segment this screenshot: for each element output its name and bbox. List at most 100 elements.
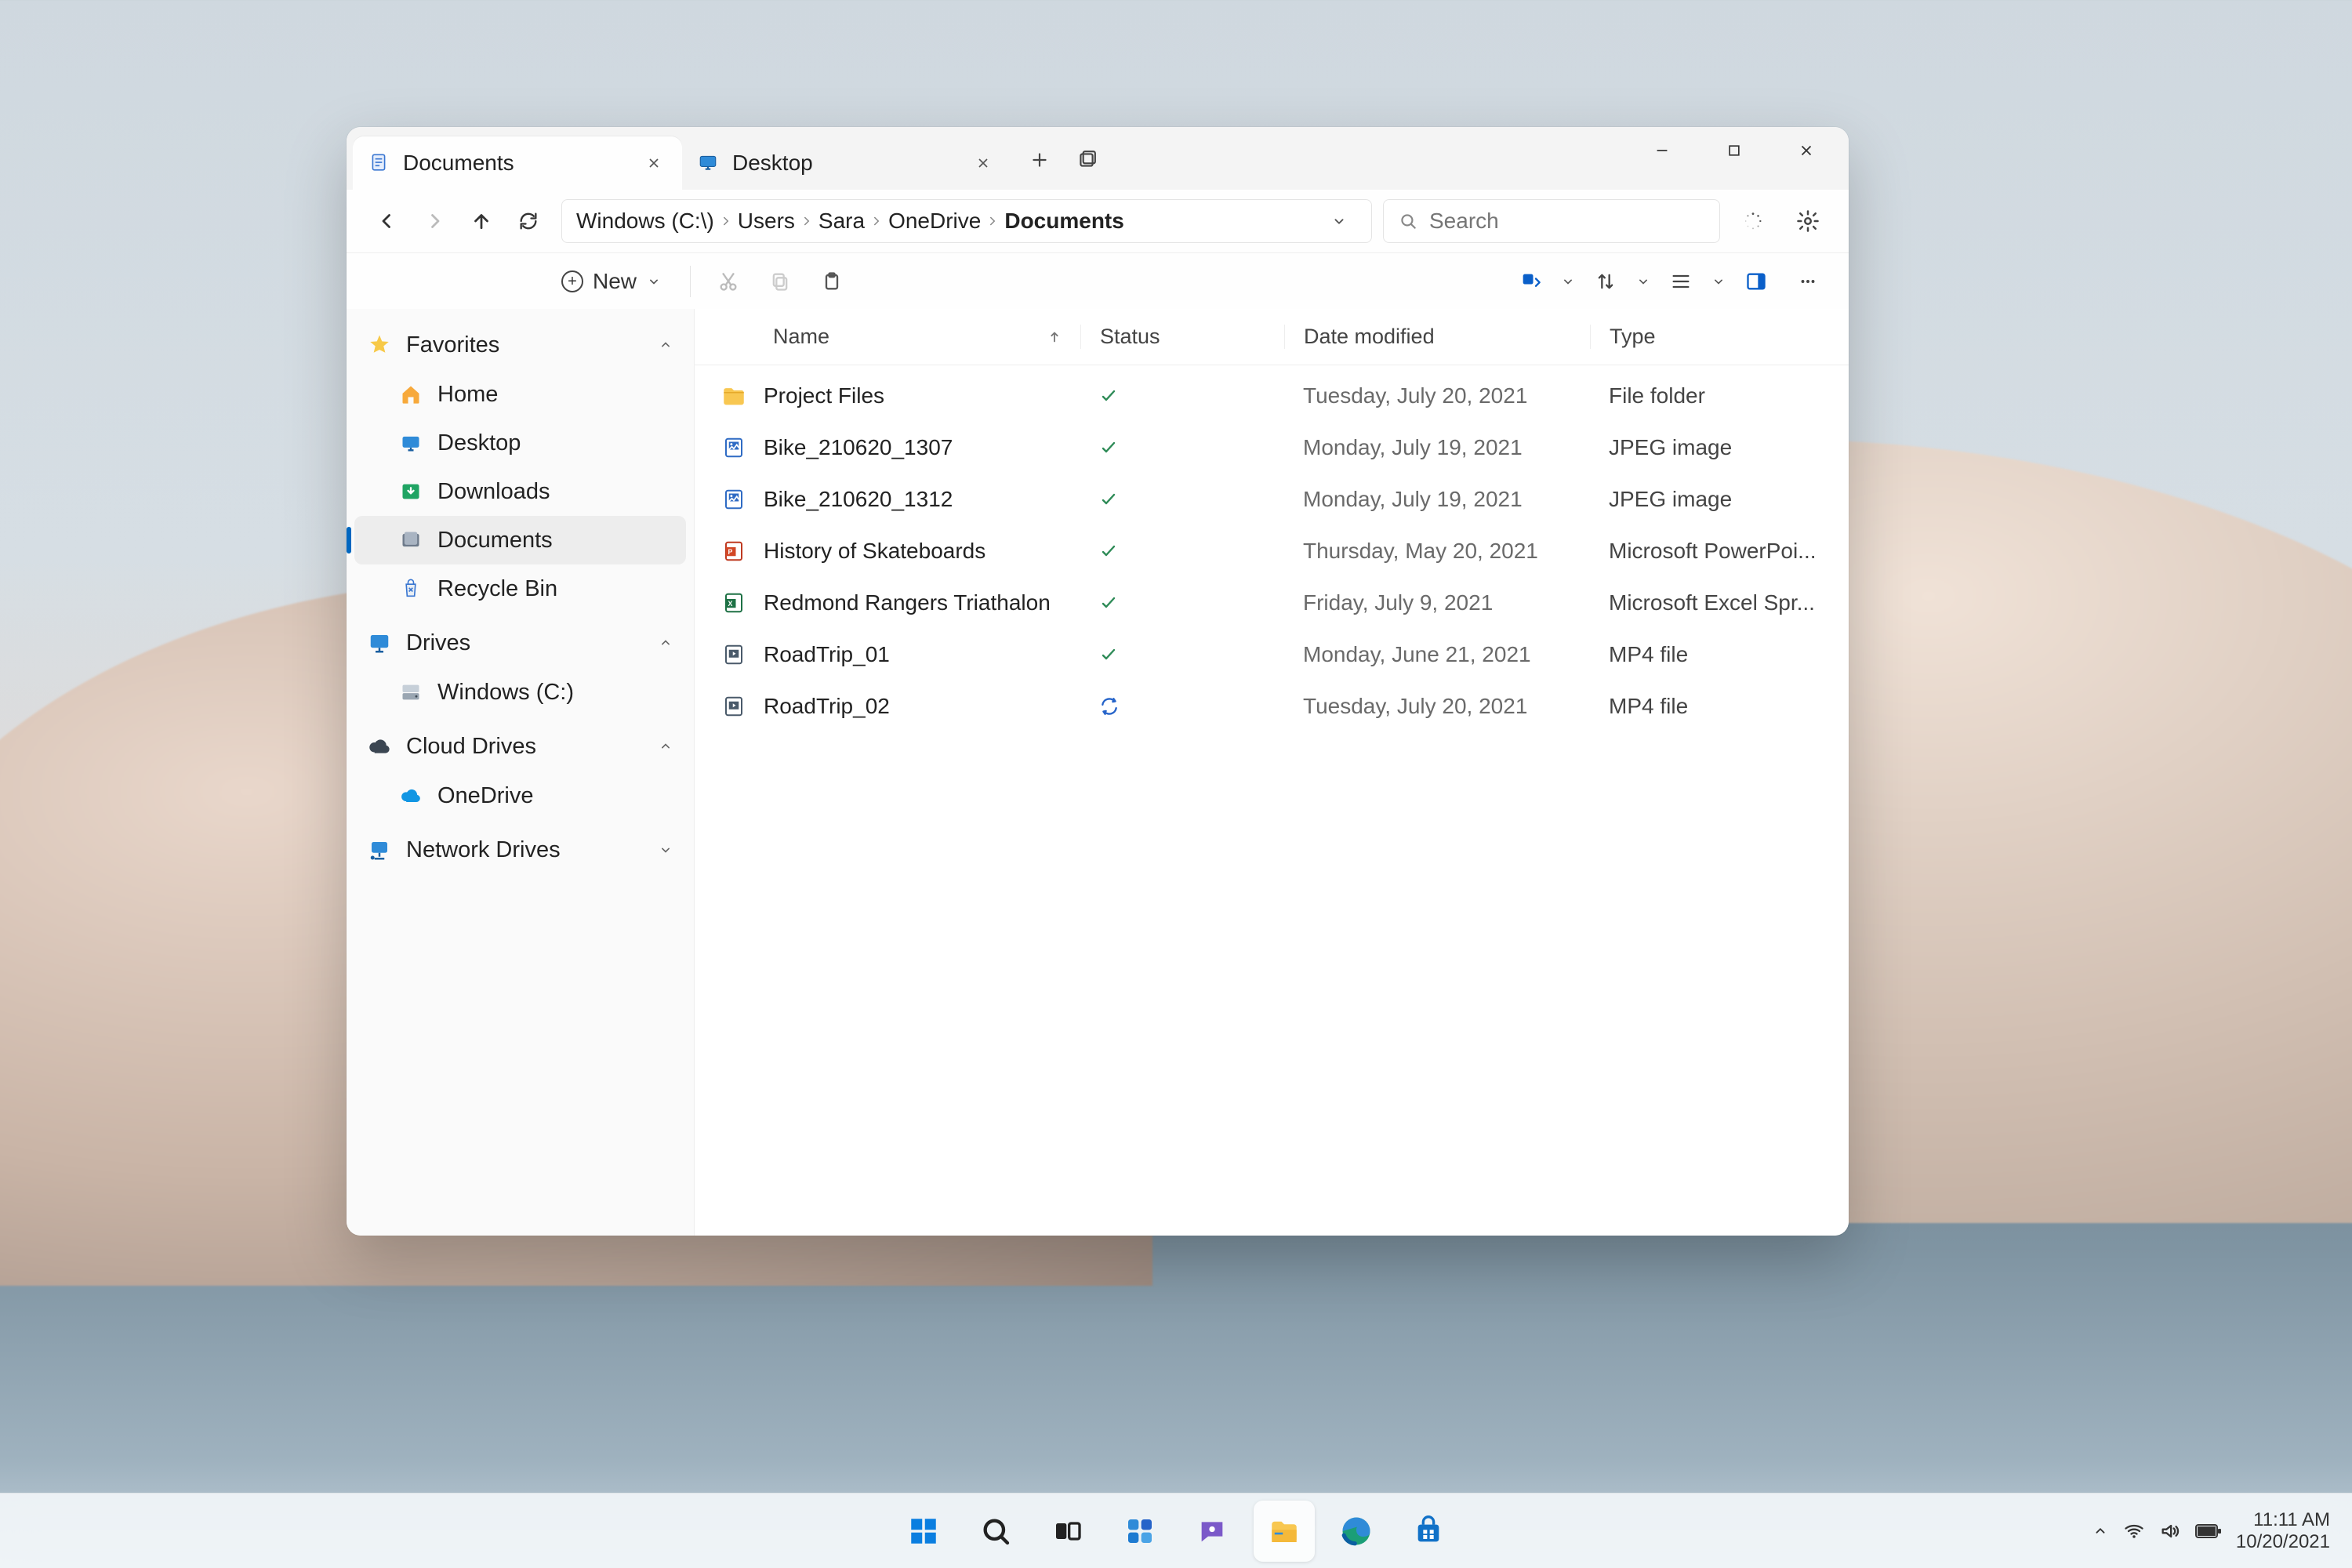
refresh-button[interactable] — [506, 199, 550, 243]
settings-button[interactable] — [1786, 199, 1830, 243]
file-row[interactable]: RoadTrip_02 Tuesday, July 20, 2021 MP4 f… — [695, 681, 1849, 732]
new-button-label: New — [593, 269, 637, 294]
file-row[interactable]: Bike_210620_1312 Monday, July 19, 2021 J… — [695, 474, 1849, 525]
column-type[interactable]: Type — [1590, 325, 1849, 349]
file-name-cell: RoadTrip_01 — [720, 641, 1080, 669]
share-button[interactable] — [1508, 260, 1552, 303]
close-tab-button[interactable] — [971, 151, 996, 176]
desktop-icon — [698, 152, 720, 174]
tray-date: 10/20/2021 — [2236, 1531, 2330, 1553]
sidebar-item-onedrive[interactable]: OneDrive — [354, 771, 686, 820]
forward-button[interactable] — [412, 199, 456, 243]
tab-desktop[interactable]: Desktop — [682, 136, 1011, 190]
taskbar-app-edge[interactable] — [1326, 1501, 1387, 1562]
doc-icon — [368, 152, 390, 174]
file-name-cell: Bike_210620_1312 — [720, 485, 1080, 514]
file-row[interactable]: RoadTrip_01 Monday, June 21, 2021 MP4 fi… — [695, 629, 1849, 681]
tab-title: Documents — [403, 151, 629, 176]
tray-time: 11:11 AM — [2236, 1509, 2330, 1531]
file-row[interactable]: X Redmond Rangers Triathalon Friday, Jul… — [695, 577, 1849, 629]
chevron-up-icon — [658, 337, 673, 353]
file-row[interactable]: Bike_210620_1307 Monday, July 19, 2021 J… — [695, 422, 1849, 474]
sidebar-section-cloud-drives[interactable]: Cloud Drives — [354, 721, 686, 771]
chevron-right-icon — [985, 214, 1000, 228]
clock[interactable]: 11:11 AM 10/20/2021 — [2236, 1509, 2330, 1552]
column-status[interactable]: Status — [1080, 325, 1284, 349]
check-icon — [1099, 490, 1118, 509]
titlebar: Documents Desktop — [347, 127, 1849, 190]
search-box[interactable] — [1383, 199, 1720, 243]
taskbar: 11:11 AM 10/20/2021 — [0, 1493, 2352, 1568]
explorer-body: Favorites Home Desktop Downloads Documen… — [347, 309, 1849, 1236]
sidebar-item-downloads[interactable]: Downloads — [354, 467, 686, 516]
file-row[interactable]: P History of Skateboards Thursday, May 2… — [695, 525, 1849, 577]
taskbar-app-explorer[interactable] — [1254, 1501, 1315, 1562]
video-icon — [720, 692, 748, 720]
taskbar-app-store[interactable] — [1398, 1501, 1459, 1562]
sidebar-item-windows-c-[interactable]: Windows (C:) — [354, 668, 686, 717]
breadcrumb-2[interactable]: Sara — [818, 209, 865, 234]
close-tab-button[interactable] — [641, 151, 666, 176]
taskbar-app-widgets[interactable] — [1109, 1501, 1171, 1562]
sidebar-item-documents[interactable]: Documents — [354, 516, 686, 564]
sidebar-section-network-drives[interactable]: Network Drives — [354, 825, 686, 875]
sidebar-section-favorites[interactable]: Favorites — [354, 320, 686, 370]
column-status-label: Status — [1100, 325, 1160, 348]
column-date[interactable]: Date modified — [1284, 325, 1590, 349]
sync-activity-icon[interactable] — [1731, 199, 1775, 243]
taskbar-app-taskview[interactable] — [1037, 1501, 1098, 1562]
new-tab-button[interactable] — [1018, 138, 1062, 182]
close-window-button[interactable] — [1770, 127, 1842, 174]
copy-button[interactable] — [758, 260, 802, 303]
details-pane-button[interactable] — [1734, 260, 1778, 303]
paste-button[interactable] — [810, 260, 854, 303]
sync-icon — [1099, 696, 1120, 717]
tab-documents[interactable]: Documents — [353, 136, 682, 190]
sidebar-item-home[interactable]: Home — [354, 370, 686, 419]
maximize-button[interactable] — [1698, 127, 1770, 174]
breadcrumb-3[interactable]: OneDrive — [888, 209, 981, 234]
address-dropdown[interactable] — [1330, 212, 1362, 230]
tab-overview-button[interactable] — [1065, 138, 1109, 182]
column-date-label: Date modified — [1304, 325, 1435, 348]
taskbar-app-start[interactable] — [893, 1501, 954, 1562]
breadcrumb-0[interactable]: Windows (C:\) — [576, 209, 714, 234]
minimize-button[interactable] — [1626, 127, 1698, 174]
view-button[interactable] — [1659, 260, 1703, 303]
sidebar-item-recycle-bin[interactable]: Recycle Bin — [354, 564, 686, 613]
chevron-down-icon — [1635, 274, 1651, 289]
tab-strip: Documents Desktop — [347, 136, 1011, 190]
search-input[interactable] — [1429, 209, 1712, 234]
sidebar-section-drives[interactable]: Drives — [354, 618, 686, 668]
more-button[interactable] — [1786, 260, 1830, 303]
address-bar[interactable]: Windows (C:\) Users Sara OneDrive Documents — [561, 199, 1372, 243]
search-icon — [980, 1515, 1011, 1547]
column-headers: Name Status Date modified Type — [695, 309, 1849, 365]
column-type-label: Type — [1610, 325, 1656, 348]
sidebar-item-desktop[interactable]: Desktop — [354, 419, 686, 467]
sidebar-section-label: Drives — [406, 630, 644, 656]
new-button[interactable]: + New — [549, 261, 674, 302]
file-row[interactable]: Project Files Tuesday, July 20, 2021 Fil… — [695, 370, 1849, 422]
system-tray[interactable]: 11:11 AM 10/20/2021 — [2092, 1509, 2352, 1552]
tray-chevron-icon[interactable] — [2092, 1523, 2109, 1540]
sort-button[interactable] — [1584, 260, 1628, 303]
up-button[interactable] — [459, 199, 503, 243]
cut-button[interactable] — [706, 260, 750, 303]
sidebar-item-label: Windows (C:) — [437, 680, 574, 706]
taskbar-app-search[interactable] — [965, 1501, 1026, 1562]
image-icon — [720, 434, 748, 462]
cloud-icon — [367, 734, 392, 759]
taskbar-app-chat[interactable] — [1181, 1501, 1243, 1562]
wifi-icon[interactable] — [2123, 1520, 2145, 1542]
battery-icon[interactable] — [2195, 1523, 2222, 1540]
volume-icon[interactable] — [2159, 1520, 2181, 1542]
file-status-cell — [1080, 542, 1284, 561]
breadcrumb-1[interactable]: Users — [738, 209, 795, 234]
column-name[interactable]: Name — [720, 325, 1080, 349]
chevron-right-icon — [800, 214, 814, 228]
file-name: Redmond Rangers Triathalon — [764, 590, 1051, 615]
breadcrumb-4[interactable]: Documents — [1004, 209, 1123, 234]
back-button[interactable] — [365, 199, 409, 243]
file-name-cell: X Redmond Rangers Triathalon — [720, 589, 1080, 617]
